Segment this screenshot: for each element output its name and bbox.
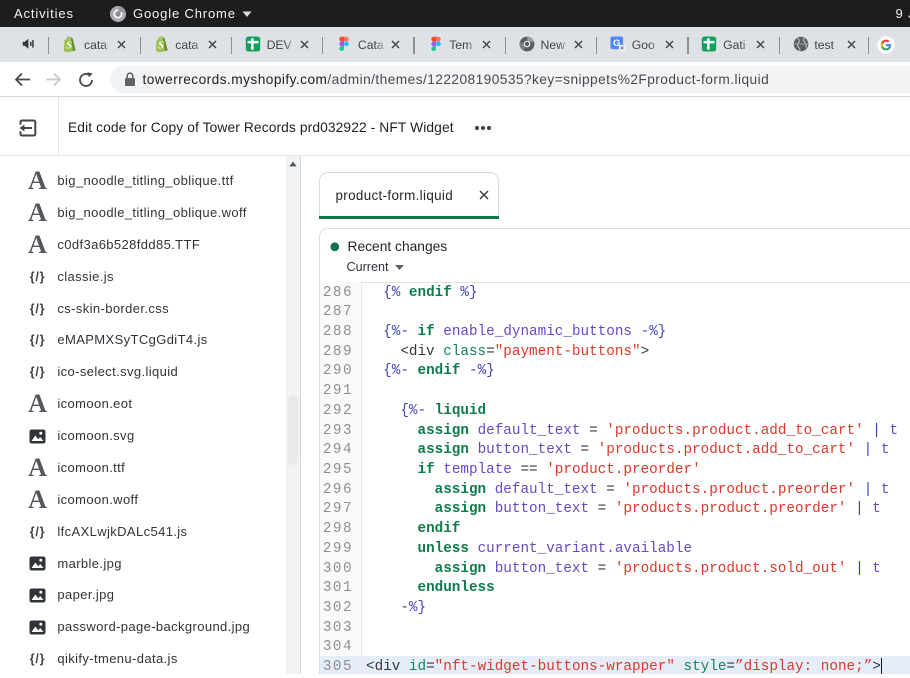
svg-text:S: S bbox=[66, 41, 72, 52]
svg-text:S: S bbox=[158, 41, 164, 52]
svg-text:×: × bbox=[620, 45, 624, 52]
